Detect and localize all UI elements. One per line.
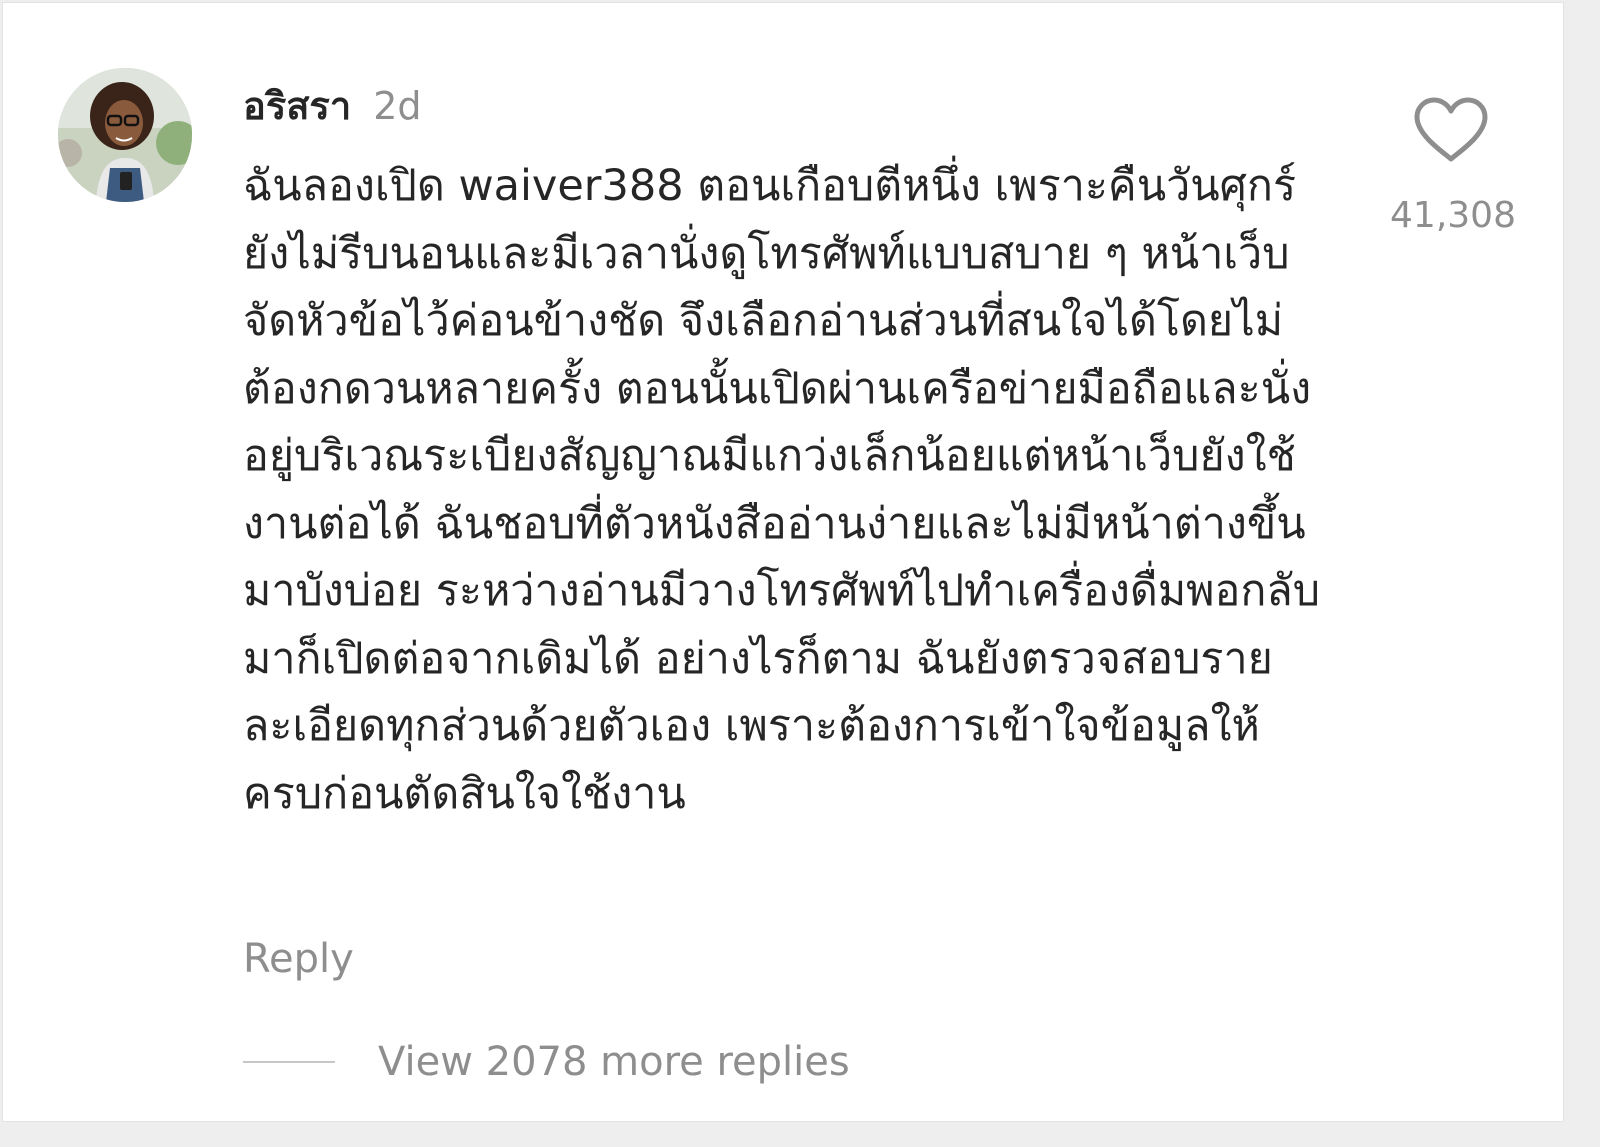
replies-divider	[243, 1061, 335, 1063]
view-replies-button[interactable]: View 2078 more replies	[243, 1039, 850, 1085]
heart-outline-icon	[1414, 97, 1488, 162]
view-replies-label: View 2078 more replies	[378, 1039, 850, 1085]
comment-card: อริสรา 2d ฉันลองเปิด waiver388 ตอนเกือบต…	[2, 2, 1564, 1122]
reply-button[interactable]: Reply	[243, 936, 354, 982]
avatar[interactable]	[58, 68, 192, 202]
like-button[interactable]	[1413, 97, 1489, 163]
avatar-image	[58, 68, 192, 202]
comment-header: อริสรา 2d	[243, 75, 422, 128]
timestamp: 2d	[373, 84, 422, 128]
like-count: 41,308	[1390, 195, 1516, 236]
comment-text: ฉันลองเปิด waiver388 ตอนเกือบตีหนึ่ง เพร…	[243, 161, 1321, 819]
username[interactable]: อริสรา	[243, 75, 351, 136]
